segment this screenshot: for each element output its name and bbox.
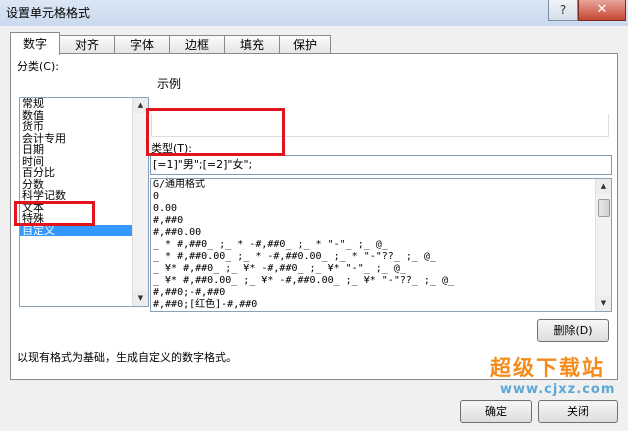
hint-text: 以现有格式为基础，生成自定义的数字格式。	[17, 351, 237, 364]
format-item[interactable]: _ ¥* #,##0_ ;_ ¥* -#,##0_ ;_ ¥* "-"_ ;_ …	[151, 263, 611, 275]
tab-fill[interactable]: 填充	[224, 35, 280, 54]
scroll-thumb[interactable]	[598, 199, 610, 217]
format-item[interactable]: 0.00	[151, 203, 611, 215]
window-title: 设置单元格格式	[6, 6, 91, 20]
title-bar: 设置单元格格式 ? ✕	[0, 0, 628, 26]
category-item-selected[interactable]: 自定义	[20, 224, 148, 236]
format-item[interactable]: #,##0	[151, 215, 611, 227]
category-label: 分类(C):	[17, 60, 59, 73]
tab-border[interactable]: 边框	[169, 35, 225, 54]
format-item[interactable]: _ * #,##0.00_ ;_ * -#,##0.00_ ;_ * "-"??…	[151, 251, 611, 263]
tab-protection[interactable]: 保护	[279, 35, 331, 54]
watermark-logo: 超级下载站 www.cjxz.com	[482, 352, 628, 406]
scroll-up-arrow-icon[interactable]: ▲	[596, 179, 611, 194]
help-button[interactable]: ?	[548, 0, 578, 21]
delete-button[interactable]: 删除(D)	[537, 319, 609, 342]
category-item[interactable]: 货币	[20, 121, 148, 133]
tab-alignment[interactable]: 对齐	[59, 35, 115, 54]
format-item[interactable]: _ ¥* #,##0.00_ ;_ ¥* -#,##0.00_ ;_ ¥* "-…	[151, 275, 611, 287]
highlight-custom-category	[14, 201, 95, 226]
format-item[interactable]: #,##0.00	[151, 227, 611, 239]
format-list-scrollbar[interactable]: ▲ ▼	[595, 179, 611, 311]
tab-font[interactable]: 字体	[114, 35, 170, 54]
format-item[interactable]: _ * #,##0_ ;_ * -#,##0_ ;_ * "-"_ ;_ @_	[151, 239, 611, 251]
format-item[interactable]: #,##0;[红色]-#,##0	[151, 299, 611, 311]
category-item[interactable]: 百分比	[20, 167, 148, 179]
format-item[interactable]: G/通用格式	[151, 179, 611, 191]
category-item[interactable]: 科学记数	[20, 190, 148, 202]
scroll-down-arrow-icon[interactable]: ▼	[133, 291, 148, 306]
format-code-list[interactable]: G/通用格式 0 0.00 #,##0 #,##0.00 _ * #,##0_ …	[150, 178, 612, 312]
number-tab-panel: 分类(C): 常规 数值 货币 会计专用 日期 时间 百分比 分数 科学记数 文…	[10, 53, 618, 380]
highlight-type-input	[146, 108, 285, 156]
sample-label: 示例	[157, 77, 182, 91]
close-window-button[interactable]: ✕	[578, 0, 626, 21]
format-item[interactable]: 0	[151, 191, 611, 203]
type-input[interactable]: [=1]"男";[=2]"女";	[150, 155, 612, 175]
tab-number[interactable]: 数字	[10, 32, 60, 55]
watermark-url: www.cjxz.com	[500, 382, 616, 397]
format-item[interactable]: #,##0;-#,##0	[151, 287, 611, 299]
watermark-brand: 超级下载站	[490, 356, 605, 380]
scroll-down-arrow-icon[interactable]: ▼	[596, 296, 611, 311]
category-item[interactable]: 日期	[20, 144, 148, 156]
category-item[interactable]: 常规	[20, 98, 148, 110]
